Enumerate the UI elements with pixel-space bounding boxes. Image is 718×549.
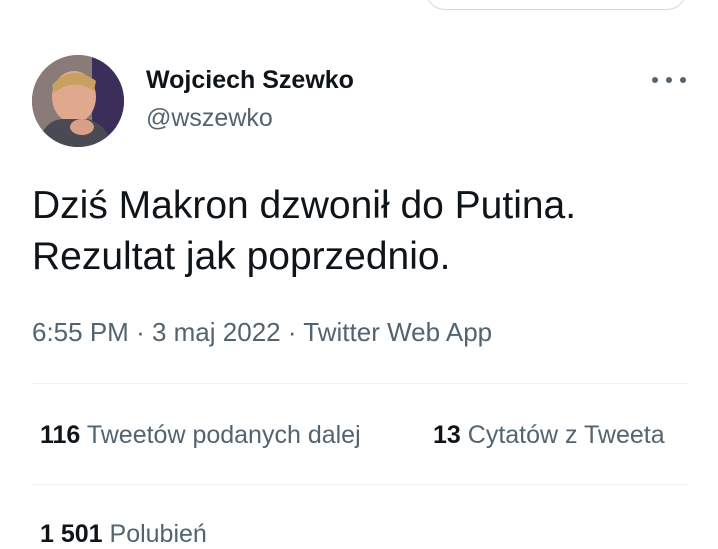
avatar[interactable] (32, 55, 124, 147)
meta-separator: · (287, 317, 297, 347)
tweet-time[interactable]: 6:55 PM (32, 317, 129, 347)
tweet-text: Dziś Makron dzwonił do Putina. Rezultat … (32, 180, 692, 282)
author-handle[interactable]: @wszewko (146, 104, 273, 133)
top-button[interactable] (425, 0, 687, 10)
more-dots-icon[interactable] (652, 69, 686, 91)
tweet-meta: 6:55 PM · 3 maj 2022 · Twitter Web App (32, 317, 492, 348)
retweets-label: Tweetów podanych dalej (86, 421, 361, 449)
likes-stat[interactable]: 1 501 Polubień (40, 520, 207, 549)
retweets-stat[interactable]: 116 Tweetów podanych dalej (40, 421, 361, 450)
likes-count: 1 501 (40, 520, 103, 548)
divider (32, 383, 688, 384)
avatar-image (32, 55, 124, 147)
retweets-count: 116 (40, 421, 81, 449)
likes-label: Polubień (109, 520, 207, 548)
quotes-count: 13 (433, 421, 461, 449)
meta-separator: · (136, 317, 145, 347)
tweet-date[interactable]: 3 maj 2022 (152, 317, 281, 347)
divider (32, 484, 688, 485)
tweet-source[interactable]: Twitter Web App (303, 317, 492, 347)
tweet-line-1: Dziś Makron dzwonił do Putina. (32, 184, 577, 227)
author-name[interactable]: Wojciech Szewko (146, 66, 354, 95)
quotes-stat[interactable]: 13 Cytatów z Tweeta (433, 421, 665, 450)
tweet-line-2: Rezultat jak poprzednio. (32, 235, 451, 278)
quotes-label: Cytatów z Tweeta (467, 421, 665, 449)
